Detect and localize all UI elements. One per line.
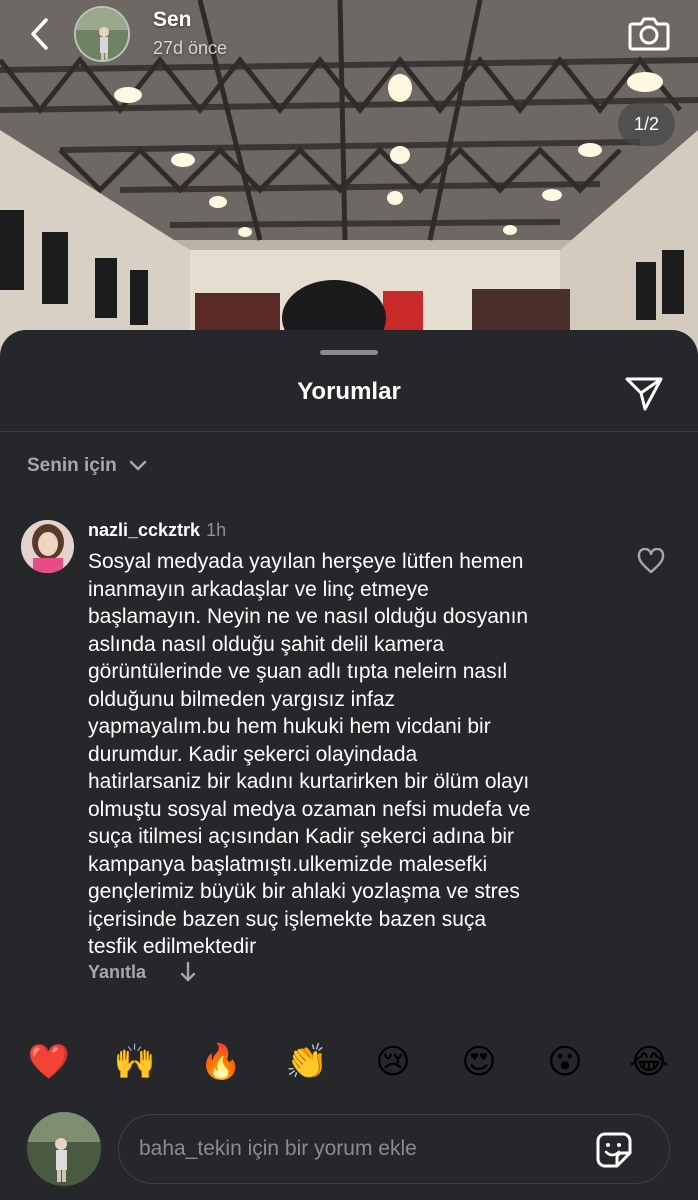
comment-timestamp: 1h — [206, 520, 227, 540]
reaction-crying[interactable]: 😢 — [371, 1040, 415, 1084]
reaction-fire[interactable]: 🔥 — [199, 1040, 243, 1084]
comment-line: kampanya başlatmıştı.ulkemizde malesefki — [88, 852, 488, 876]
comment-composer — [0, 1112, 698, 1188]
comment-line: Sosyal medyada yayılan herşeye lütfen he… — [88, 550, 524, 573]
like-button[interactable] — [636, 546, 666, 576]
comment-line: yapmayalım.bu hem hukuki hem vicdani bir — [88, 715, 491, 738]
quick-reaction-bar: ❤️ 🙌 🔥 👏 😢 😍 😮 😂 — [0, 1040, 698, 1084]
heart-outline-icon — [637, 548, 665, 574]
sort-dropdown[interactable]: Senin için — [27, 450, 147, 482]
page-indicator: 1/2 — [618, 102, 675, 146]
comment-input[interactable] — [118, 1114, 670, 1184]
comments-sheet: Yorumlar Senin için nazli_cckztrk 1h Sos… — [0, 330, 698, 1200]
paper-plane-icon — [625, 377, 663, 411]
comment-line: görüntülerinde ve şuan adlı tıpta neleir… — [88, 660, 508, 683]
comment-text: Sosyal medyada yayılan herşeye lütfen he… — [88, 548, 608, 961]
avatar-photo — [27, 1112, 101, 1186]
comment-line: olmuştu sosyal medya ozaman nefsi mudefa… — [88, 797, 531, 821]
commenter-username[interactable]: nazli_cckztrk — [88, 520, 200, 541]
camera-button[interactable] — [624, 8, 674, 58]
comment-actions: Yanıtla — [88, 958, 200, 986]
comment-line: olduğunu bilmeden yargısız infaz — [88, 687, 396, 711]
comment-line: gençlerimiz büyük bir ahlaki yozlaşma ve… — [88, 880, 520, 903]
back-button[interactable] — [22, 12, 58, 56]
camera-icon — [628, 17, 670, 51]
commenter-avatar[interactable] — [21, 520, 74, 573]
reaction-heart-eyes[interactable]: 😍 — [457, 1040, 501, 1084]
comment-line: içerisinde bazen suç işlemekte bazen suç… — [88, 907, 487, 931]
comment-header: nazli_cckztrk 1h — [88, 520, 226, 541]
reaction-clap[interactable]: 👏 — [285, 1040, 329, 1084]
comment-line: tesfik edilmektedir — [88, 935, 257, 958]
sort-label: Senin için — [27, 455, 117, 476]
story-username[interactable]: Sen — [153, 8, 192, 32]
chevron-left-icon — [31, 18, 48, 50]
sheet-divider — [0, 431, 698, 432]
comment-line: suça itilmesi açısından Kadir şekerci ad… — [88, 825, 515, 848]
my-avatar — [27, 1112, 101, 1186]
translate-arrow-button[interactable] — [176, 958, 200, 986]
comment-line: başlamayın. Neyin ne ve nasıl olduğu dos… — [88, 605, 529, 628]
story-timestamp: 27d önce — [153, 38, 228, 58]
arrow-down-icon — [180, 961, 196, 982]
chevron-down-icon — [129, 460, 146, 471]
sheet-grab-handle[interactable] — [320, 350, 378, 355]
sheet-title: Yorumlar — [297, 378, 401, 405]
comment-line: inanmayın arkadaşlar ve linç etmeye — [88, 577, 429, 601]
story-header: Sen 27d önce 1/2 — [0, 0, 698, 146]
sticker-button[interactable] — [594, 1130, 634, 1170]
comment-line: aslında nasıl olduğu şahit delil kamera — [88, 632, 445, 656]
reply-button[interactable]: Yanıtla — [88, 962, 146, 983]
avatar-photo — [21, 520, 74, 573]
comment-line: durumdur. Kadir şekerci olayindada — [88, 742, 418, 766]
reaction-raised-hands[interactable]: 🙌 — [113, 1040, 157, 1084]
story-avatar[interactable] — [74, 6, 130, 62]
share-button[interactable] — [622, 372, 666, 416]
avatar-photo — [76, 8, 128, 60]
sticker-icon — [596, 1132, 632, 1168]
comment-line: hatirlarsaniz bir kadını kurtarirken bir… — [88, 770, 530, 793]
reaction-heart[interactable]: ❤️ — [27, 1040, 71, 1084]
reaction-surprised[interactable]: 😮 — [543, 1040, 587, 1084]
reaction-laughing[interactable]: 😂 — [627, 1040, 671, 1084]
